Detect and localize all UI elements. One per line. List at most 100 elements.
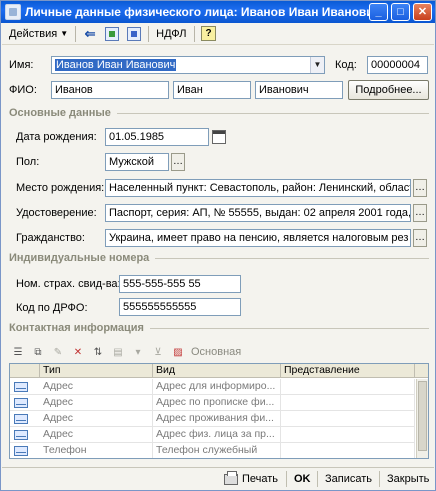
last-name-field[interactable]: Иванов [51,81,169,99]
refresh-button[interactable] [102,25,122,43]
name-field[interactable]: Иванов Иван Иванович ▼ [51,56,325,74]
column-header-type[interactable]: Тип [40,364,153,378]
row-representation [281,411,415,427]
row-representation [281,443,415,458]
ok-button[interactable]: OK [290,470,315,488]
app-icon [5,4,21,20]
first-name-field[interactable]: Иван [173,81,251,99]
drfo-field[interactable]: 555555555555 [119,298,241,316]
refresh-icon [105,26,120,41]
table-row[interactable]: Телефон Телефон служебный [10,443,415,458]
row-type: Телефон [40,443,153,458]
citizenship-label: Гражданство: [16,232,85,244]
sort-button[interactable]: ⇅ [89,344,107,360]
close-button[interactable]: Закрыть [383,470,433,488]
insurance-label: Ном. страх. свид-ва: [16,278,121,290]
ndfl-button[interactable]: НДФЛ [152,24,190,44]
sex-select-button[interactable]: … [171,153,185,171]
table-row[interactable]: Адрес Адрес проживания фи... [10,411,415,427]
bottom-separator [286,471,287,487]
column-header-representation[interactable]: Представление [281,364,415,378]
row-kind: Телефон служебный [153,443,281,458]
arrow-left-icon: ⇐ [84,25,96,41]
column-header-kind[interactable]: Вид [153,364,281,378]
envelope-icon [14,398,28,408]
insurance-field[interactable]: 555-555-555 55 [119,275,241,293]
fio-label: ФИО: [9,84,37,96]
id-document-field[interactable]: Паспорт, серия: АП, № 55555, выдан: 02 а… [105,204,411,222]
navigate-button[interactable] [124,25,144,43]
sex-field[interactable]: Мужской [105,153,169,171]
basic-data-section: Основные данные [9,107,429,119]
table-row[interactable]: Адрес Адрес для информиро... [10,379,415,395]
envelope-icon [14,414,28,424]
citizenship-field[interactable]: Украина, имеет право на пенсию, является… [105,229,411,247]
close-window-button[interactable]: ✕ [413,3,432,21]
birthplace-label: Место рождения: [16,182,105,194]
code-field[interactable]: 00000004 [367,56,428,74]
minimize-button[interactable]: _ [369,3,388,21]
contacts-table: Тип Вид Представление Адрес Адрес для ин… [9,363,429,459]
table-row[interactable]: Адрес Адрес по прописке фи... [10,395,415,411]
birthplace-select-button[interactable]: … [413,179,427,197]
sort-icon: ⇅ [93,346,103,358]
id-document-label: Удостоверение: [16,207,97,219]
printer-icon [224,470,238,485]
envelope-icon [14,382,28,392]
maximize-button[interactable]: □ [391,3,410,21]
row-kind: Адрес физ. лица за пр... [153,427,281,443]
title-bar[interactable]: Личные данные физического лица: Иванов И… [1,1,435,23]
details-button[interactable]: Подробнее... [348,80,429,100]
copy-row-button[interactable]: ⧉ [29,344,47,360]
envelope-icon [14,446,28,456]
add-row-icon: ☰ [13,346,23,358]
set-main-label[interactable]: Основная [191,346,241,358]
envelope-icon [14,430,28,440]
save-button[interactable]: Записать [321,470,376,488]
id-document-select-button[interactable]: … [413,204,427,222]
filter-dropdown-button[interactable]: ▾ [129,344,147,360]
birthdate-field[interactable]: 01.05.1985 [105,128,209,146]
table-row[interactable]: Адрес Адрес физ. лица за пр... [10,427,415,443]
ids-section: Индивидуальные номера [9,252,429,264]
print-label: Печать [242,473,279,485]
row-type: Адрес [40,411,153,427]
chevron-down-icon[interactable]: ▼ [310,57,324,73]
table-header: Тип Вид Представление [10,364,428,378]
print-button[interactable]: Печать [220,470,282,488]
filter-button[interactable]: ▤ [109,344,127,360]
edit-row-button[interactable]: ✎ [49,344,67,360]
calendar-icon[interactable] [212,130,226,144]
row-type: Адрес [40,379,153,395]
toolbar-separator [193,25,195,42]
chevron-down-icon: ▼ [60,29,69,38]
filter-icon: ▤ [113,346,123,358]
middle-name-field[interactable]: Иванович [255,81,343,99]
actions-menu[interactable]: Действия ▼ [5,24,72,44]
scrollbar-thumb[interactable] [418,381,427,451]
go-back-button[interactable]: ⇐ [80,25,100,43]
bottom-separator [317,471,318,487]
edit-row-icon: ✎ [53,346,63,358]
toolbar-separator [75,25,77,42]
birthplace-field[interactable]: Населенный пункт: Севастополь, район: Ле… [105,179,411,197]
drfo-label: Код по ДРФО: [16,302,88,314]
ids-title: Индивидуальные номера [9,252,150,264]
help-button[interactable]: ? [199,25,219,43]
sex-label: Пол: [16,156,40,168]
add-row-button[interactable]: ☰ [9,344,27,360]
delete-row-button[interactable]: ✕ [69,344,87,360]
row-representation [281,395,415,411]
bottom-bar: Печать OK Записать Закрыть [2,467,434,489]
basic-data-title: Основные данные [9,107,111,119]
set-main-button[interactable]: ▨ [169,344,187,360]
help-icon: ? [201,26,216,41]
citizenship-select-button[interactable]: … [413,229,427,247]
table-scrollbar[interactable] [416,379,428,458]
clear-filter-button[interactable]: ⊻ [149,344,167,360]
window-title: Личные данные физического лица: Иванов И… [25,5,381,19]
clear-filter-icon: ⊻ [154,346,162,358]
section-divider [149,327,429,329]
contacts-title: Контактная информация [9,322,144,334]
section-divider [116,112,429,114]
